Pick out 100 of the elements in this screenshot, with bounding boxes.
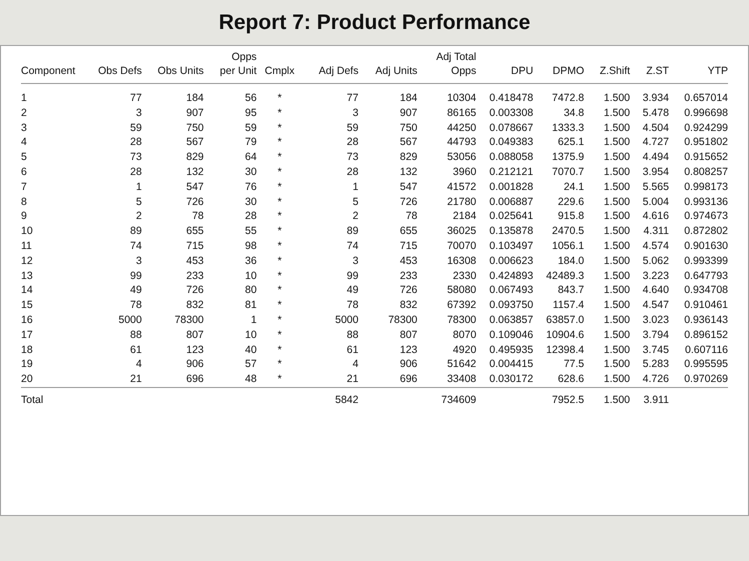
table-cell: 0.607116: [684, 344, 728, 356]
table-cell: 1375.9: [552, 151, 584, 164]
table-cell: 907: [400, 106, 418, 119]
table-cell: 628.6: [558, 373, 584, 386]
table-cell: 4.726: [642, 373, 669, 386]
table-cell: 12: [21, 254, 33, 267]
column-header: Adj Units: [375, 64, 418, 78]
table-cell: 10304: [447, 92, 476, 104]
table-cell: 0.936143: [684, 314, 728, 326]
table-cell: 30: [244, 196, 257, 208]
table-cell: 0.078667: [489, 122, 534, 134]
table-cell: 1.500: [604, 254, 630, 267]
table-cell: 0.495935: [489, 344, 534, 356]
table-cell: 0.418478: [489, 92, 534, 104]
table-cell: 78: [192, 210, 204, 222]
table-cell: 3: [136, 254, 142, 267]
table-cell: 2: [21, 106, 27, 119]
table-cell: 7: [21, 180, 27, 193]
table-cell: 14: [21, 284, 33, 296]
table-cell: 453: [400, 254, 418, 267]
table-cell: 1056.1: [552, 240, 584, 252]
table-cell: 76: [244, 180, 257, 193]
table-cell: 56: [244, 92, 257, 104]
table-cell: 81: [244, 299, 257, 312]
table-cell: *: [278, 225, 282, 238]
table-cell: 3: [136, 106, 142, 119]
table-cell: 16308: [447, 254, 476, 267]
table-cell: 0.006887: [489, 196, 534, 208]
table-cell: 5.478: [642, 106, 669, 119]
table-cell: 0.001828: [489, 180, 534, 193]
table-cell: 0.970269: [684, 373, 728, 386]
total-cell: 1.500: [604, 394, 630, 406]
table-cell: 63857.0: [546, 314, 584, 326]
table-cell: 28: [346, 136, 358, 148]
table-cell: 1.500: [604, 151, 630, 164]
table-cell: 49: [346, 284, 358, 296]
table-cell: *: [278, 373, 282, 386]
table-cell: 55: [244, 225, 257, 238]
table-cell: 1.500: [604, 328, 630, 341]
table-cell: 726: [186, 284, 204, 296]
table-cell: 453: [186, 254, 204, 267]
table-cell: *: [278, 136, 282, 148]
table-cell: 1.500: [604, 373, 630, 386]
table-cell: 58080: [447, 284, 476, 296]
table-cell: 829: [400, 151, 418, 164]
total-cell: 7952.5: [552, 394, 584, 406]
table-cell: 233: [400, 270, 418, 282]
table-cell: 184: [400, 92, 418, 104]
table-cell: 696: [186, 373, 204, 386]
table-cell: 0.808257: [684, 166, 728, 178]
table-cell: 20: [21, 373, 33, 386]
table-cell: 0.995595: [684, 358, 728, 370]
table-cell: 5000: [118, 314, 142, 326]
table-cell: 5: [21, 151, 27, 164]
table-cell: 0.996698: [684, 106, 728, 119]
table-cell: 726: [186, 196, 204, 208]
table-cell: 5000: [335, 314, 358, 326]
table-cell: 843.7: [558, 284, 584, 296]
table-cell: 0.109046: [489, 328, 534, 341]
table-cell: 0.049383: [489, 136, 534, 148]
table-cell: 0.974673: [684, 210, 728, 222]
table-cell: 18: [21, 344, 33, 356]
column-header: YTP: [708, 64, 728, 78]
table-cell: 3.745: [642, 344, 669, 356]
table-cell: 15: [21, 299, 33, 312]
table-cell: 2: [136, 210, 142, 222]
table-cell: 53056: [447, 151, 476, 164]
table-cell: 77: [346, 92, 358, 104]
table-cell: 28: [346, 166, 358, 178]
table-cell: 8: [21, 196, 27, 208]
table-cell: 0.915652: [684, 151, 728, 164]
table-cell: 5: [136, 196, 142, 208]
column-header: DPMO: [552, 64, 584, 78]
table-cell: 1.500: [604, 210, 630, 222]
column-header: Adj Total Opps: [436, 50, 476, 78]
table-cell: 0.896152: [684, 328, 728, 341]
table-cell: 2: [352, 210, 358, 222]
table-cell: 3.934: [642, 92, 669, 104]
table-cell: 10: [21, 225, 33, 238]
table-cell: 1.500: [604, 136, 630, 148]
table-cell: 6: [21, 166, 27, 178]
table-cell: *: [278, 166, 282, 178]
table-cell: 67392: [447, 299, 476, 312]
table-cell: 42489.3: [546, 270, 584, 282]
table-cell: 10: [244, 328, 257, 341]
table-cell: 1.500: [604, 358, 630, 370]
table-cell: 16: [21, 314, 33, 326]
table-cell: 1333.3: [552, 122, 584, 134]
table-cell: 28: [130, 166, 142, 178]
column-header: Adj Defs: [318, 64, 358, 78]
table-cell: 10: [244, 270, 257, 282]
table-cell: 567: [400, 136, 418, 148]
table-cell: 2470.5: [552, 225, 584, 238]
table-cell: 1.500: [604, 240, 630, 252]
table-cell: *: [278, 180, 282, 193]
table-cell: 78: [406, 210, 418, 222]
table-cell: 59: [346, 122, 358, 134]
table-cell: 1: [136, 180, 142, 193]
table-cell: 74: [346, 240, 358, 252]
table-cell: 0.998173: [684, 180, 728, 193]
